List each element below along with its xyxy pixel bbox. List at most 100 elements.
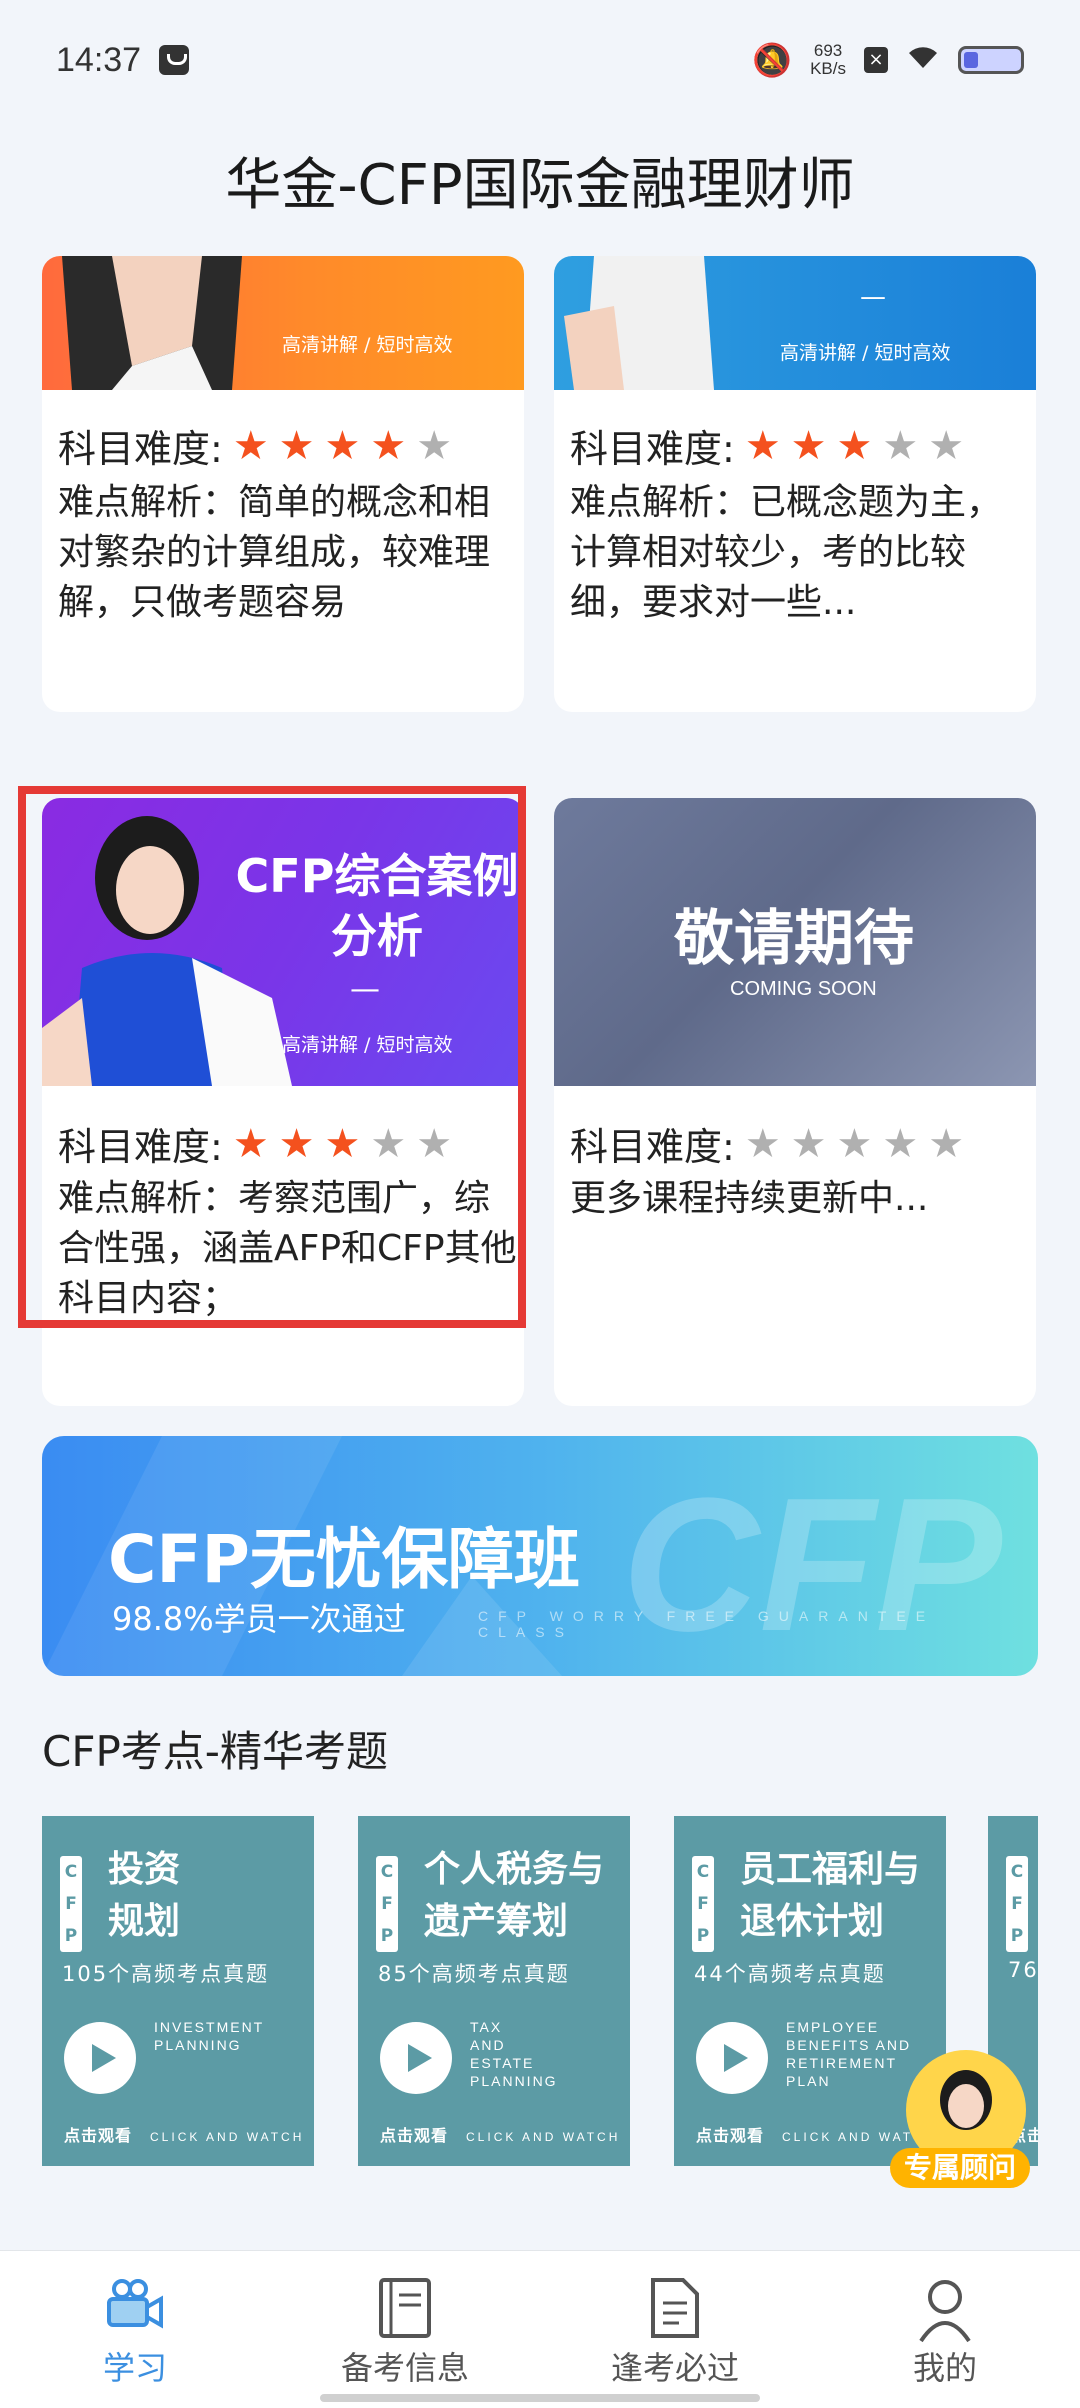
course-banner-image: 敬请期待 COMING SOON <box>554 798 1036 1086</box>
cfp-badge-text: CFP <box>1010 1862 1024 1946</box>
consultant-button[interactable]: 专属顾问 <box>890 2050 1030 2192</box>
status-bar: 14:37 🔕 693 KB/s × <box>0 0 1080 120</box>
star-empty-icon: ★ <box>790 1120 827 1167</box>
exam-card-english: TAX AND ESTATE PLANNING <box>470 2019 558 2089</box>
cfp-badge-text: CFP <box>64 1862 78 1946</box>
nav-item-pass-guarantee[interactable]: 逢考必过 <box>540 2251 810 2408</box>
battery-icon <box>958 46 1024 74</box>
document-icon <box>649 2277 701 2343</box>
course-card-coming-soon[interactable]: 敬请期待 COMING SOON 科目难度: ★ ★ ★ ★ ★ 更多课程持续更新中..… <box>554 798 1036 1406</box>
exam-footer-label: 点击观看 <box>696 2126 765 2145</box>
star-filled-icon: ★ <box>278 422 315 469</box>
nav-label: 我的 <box>912 2349 977 2387</box>
difficulty-label: 科目难度: <box>58 427 223 471</box>
book-icon <box>377 2277 433 2343</box>
star-empty-icon: ★ <box>928 1120 965 1167</box>
exam-card-count: 44个高频考点真题 <box>694 1962 886 1986</box>
banner-dash: — <box>860 282 886 312</box>
exam-footer-english: CLICK AND WATCH <box>150 2130 305 2144</box>
banner-title: CFP无忧保障班 <box>108 1521 580 1598</box>
coming-soon-title: 敬请期待 <box>674 904 914 974</box>
course-description: 难点解析：简单的概念和相对繁杂的计算组成，较难理解，只做考题容易 <box>58 482 491 623</box>
play-button[interactable] <box>696 2022 768 2094</box>
star-empty-icon: ★ <box>836 1120 873 1167</box>
star-empty-icon: ★ <box>744 1120 781 1167</box>
course-card-1[interactable]: 高清讲解 / 短时高效 科目难度: ★ ★ ★ ★ ★ 难点解析：简单的概念和相对繁杂的… <box>42 256 524 712</box>
course-banner-image: 高清讲解 / 短时高效 <box>42 256 524 390</box>
star-filled-icon: ★ <box>790 422 827 469</box>
cfp-badge: CFP <box>376 1856 398 1952</box>
instructor-photo <box>62 256 242 390</box>
nav-label: 逢考必过 <box>610 2349 739 2387</box>
sim-off-icon: × <box>864 47 888 73</box>
exam-card-count: 85个高频考点真题 <box>378 1962 570 1986</box>
exam-footer-english: CLICK AND WATCH <box>466 2130 621 2144</box>
cfp-badge-text: CFP <box>380 1862 394 1946</box>
exam-card-count: 76 <box>1008 1958 1038 1982</box>
message-notification-icon <box>159 45 190 75</box>
exam-card-title: 投资 规划 <box>108 1849 181 1942</box>
play-button[interactable] <box>64 2022 136 2094</box>
banner-tag: 高清讲解 / 短时高效 <box>282 334 453 356</box>
nav-item-profile[interactable]: 我的 <box>810 2251 1080 2408</box>
section-title: CFP考点-精华考题 <box>42 1727 388 1776</box>
promo-banner-guarantee-class[interactable]: CFP CFP无忧保障班 98.8%学员一次通过 CFP WORRY FREE … <box>42 1436 1038 1676</box>
exam-card-count: 105个高频考点真题 <box>62 1962 270 1986</box>
difficulty-rating: 科目难度: ★ ★ ★ ★ ★ <box>570 1116 964 1171</box>
network-speed: 693 KB/s <box>810 42 846 78</box>
star-empty-icon: ★ <box>416 422 453 469</box>
difficulty-rating: 科目难度: ★ ★ ★ ★ ★ <box>570 418 964 473</box>
page-title: 华金-CFP国际金融理财师 <box>225 153 855 218</box>
speed-value: 693 <box>813 41 843 60</box>
exam-footer-label: 点击观看 <box>380 2126 449 2145</box>
play-button[interactable] <box>380 2022 452 2094</box>
star-empty-icon: ★ <box>882 1120 919 1167</box>
exam-card-english: INVESTMENT PLANNING <box>154 2019 265 2053</box>
star-filled-icon: ★ <box>232 422 269 469</box>
difficulty-stars: ★ ★ ★ ★ ★ <box>735 424 964 468</box>
course-description: 难点解析：已概念题为主，计算相对较少，考的比较细，要求对一些... <box>570 482 1003 623</box>
consultant-label: 专属顾问 <box>890 2148 1030 2188</box>
cfp-badge-text: CFP <box>696 1862 710 1946</box>
video-camera-icon <box>105 2277 165 2335</box>
home-indicator <box>320 2394 760 2402</box>
exam-card-tax-estate[interactable]: CFP 个人税务与 遗产筹划 85个高频考点真题 TAX AND ESTATE … <box>358 1816 630 2166</box>
star-filled-icon: ★ <box>370 422 407 469</box>
exam-card-title: 员工福利与 退休计划 <box>740 1849 921 1942</box>
bottom-nav: 学习 备考信息 逢考必过 我的 <box>0 2250 1080 2408</box>
cfp-badge: CFP <box>60 1856 82 1952</box>
instructor-photo <box>564 256 714 390</box>
star-filled-icon: ★ <box>744 422 781 469</box>
difficulty-label: 科目难度: <box>570 1125 735 1169</box>
banner-subtitle: 98.8%学员一次通过 <box>112 1600 406 1638</box>
status-right: 🔕 693 KB/s × <box>752 41 1024 79</box>
star-filled-icon: ★ <box>836 422 873 469</box>
wifi-icon <box>906 43 940 78</box>
star-filled-icon: ★ <box>324 422 361 469</box>
course-banner-image: — 高清讲解 / 短时高效 <box>554 256 1036 390</box>
coming-soon-subtitle: COMING SOON <box>730 978 877 1000</box>
difficulty-stars: ★ ★ ★ ★ ★ <box>223 424 452 468</box>
status-left: 14:37 <box>56 40 190 80</box>
difficulty-stars: ★ ★ ★ ★ ★ <box>735 1122 964 1166</box>
difficulty-rating: 科目难度: ★ ★ ★ ★ ★ <box>58 418 452 473</box>
exam-card-footer: 点击观看 CLICK AND WATCH <box>380 2122 620 2146</box>
cfp-badge: CFP <box>1006 1856 1028 1952</box>
star-empty-icon: ★ <box>882 422 919 469</box>
status-time: 14:37 <box>56 40 142 79</box>
person-icon <box>915 2277 975 2347</box>
nav-item-exam-info[interactable]: 备考信息 <box>270 2251 540 2408</box>
nav-item-study[interactable]: 学习 <box>0 2251 270 2408</box>
course-card-2[interactable]: — 高清讲解 / 短时高效 科目难度: ★ ★ ★ ★ ★ 难点解析：已概念题为主，计算… <box>554 256 1036 712</box>
cfp-badge: CFP <box>692 1856 714 1952</box>
banner-tag: 高清讲解 / 短时高效 <box>780 342 951 364</box>
nav-label: 备考信息 <box>340 2349 469 2387</box>
exam-card-investment[interactable]: CFP 投资 规划 105个高频考点真题 INVESTMENT PLANNING… <box>42 1816 314 2166</box>
star-empty-icon: ★ <box>928 422 965 469</box>
selection-highlight <box>18 786 526 1328</box>
exam-card-footer: 点击观看 CLICK AND WATCH <box>64 2122 304 2146</box>
course-description: 更多课程持续更新中... <box>570 1178 929 1219</box>
exam-card-title: 个人税务与 遗产筹划 <box>424 1849 605 1942</box>
difficulty-label: 科目难度: <box>570 427 735 471</box>
exam-footer-label: 点击观看 <box>64 2126 133 2145</box>
